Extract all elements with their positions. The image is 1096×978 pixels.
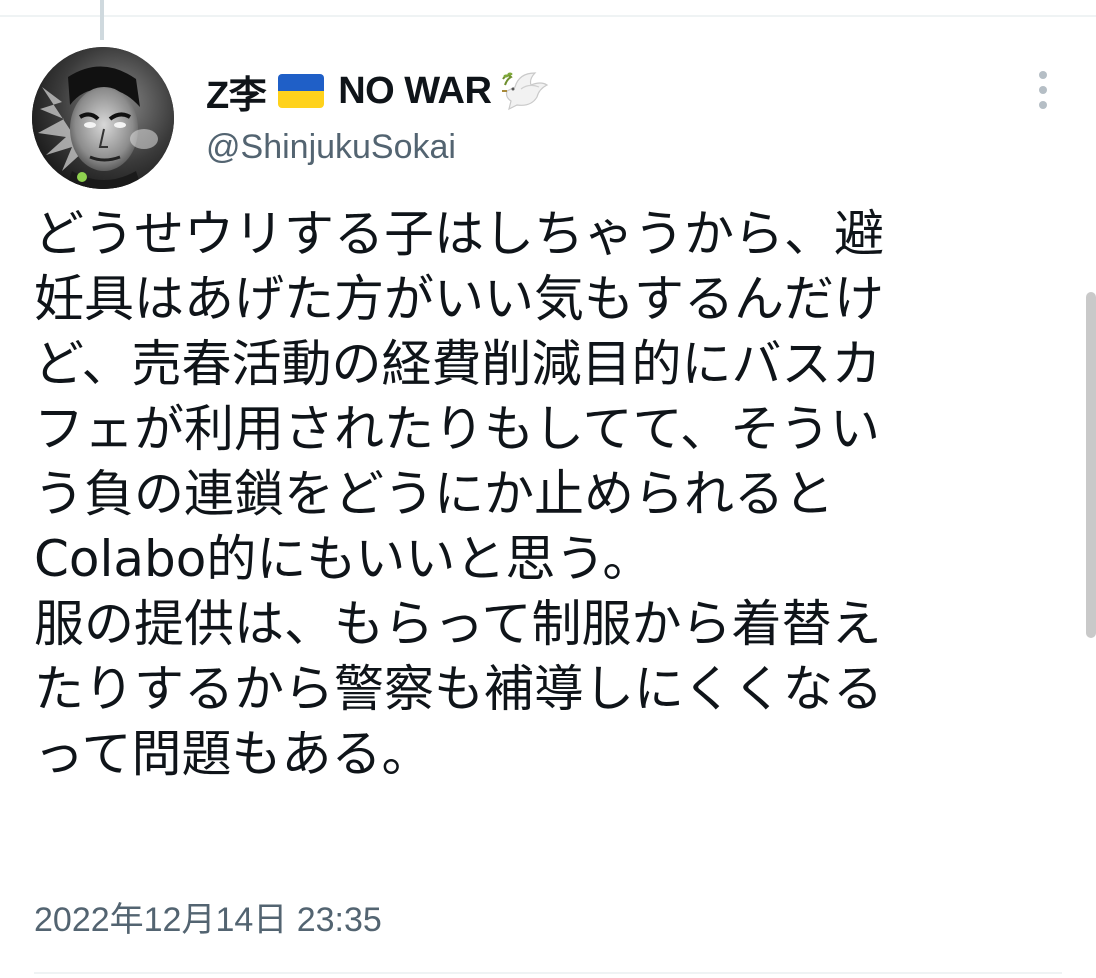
tweet-text-line: どうせウリする子はしちゃうから、避	[34, 205, 884, 263]
tweet-text-line: フェが利用されたりもしてて、そうい	[34, 400, 880, 458]
tweet-text-line: 妊具はあげた方がいい気もするんだけ	[34, 270, 884, 328]
tweet-text-line: たりするから警察も補導しにくくなる	[34, 660, 883, 718]
avatar-portrait-icon	[32, 47, 174, 189]
tweet-text-line: ど、売春活動の経費削減目的にバスカ	[34, 335, 882, 393]
more-options-icon-dot	[1039, 101, 1047, 109]
more-options-button[interactable]	[1022, 66, 1064, 114]
author-handle[interactable]: @ShinjukuSokai	[206, 128, 456, 167]
ukraine-flag-icon	[278, 74, 325, 108]
author-name-suffix: NO WAR	[338, 69, 492, 112]
peace-dove-icon	[502, 72, 549, 111]
scrollbar[interactable]	[1086, 292, 1096, 638]
thread-connector-line	[100, 0, 104, 40]
tweet-timestamp[interactable]: 2022年12月14日 23:35	[34, 892, 382, 941]
tweet-text: どうせウリする子はしちゃうから、避 妊具はあげた方がいい気もするんだけ ど、売春…	[34, 202, 1060, 787]
top-divider	[0, 15, 1096, 17]
tweet-text-line: Colabo的にもいいと思う。	[34, 530, 653, 588]
tweet-text-line: う負の連鎖をどうにか止められると	[34, 465, 834, 523]
tweet-text-line: って問題もある。	[34, 725, 432, 783]
more-options-icon-dot	[1039, 86, 1047, 94]
author-name[interactable]: Z李 NO WAR	[206, 64, 549, 118]
tweet-text-line: 服の提供は、もらって制服から着替え	[34, 595, 882, 653]
avatar[interactable]	[32, 47, 174, 189]
author-name-text: Z李	[206, 74, 267, 117]
more-options-icon	[1039, 71, 1047, 79]
bottom-divider	[34, 972, 1062, 974]
